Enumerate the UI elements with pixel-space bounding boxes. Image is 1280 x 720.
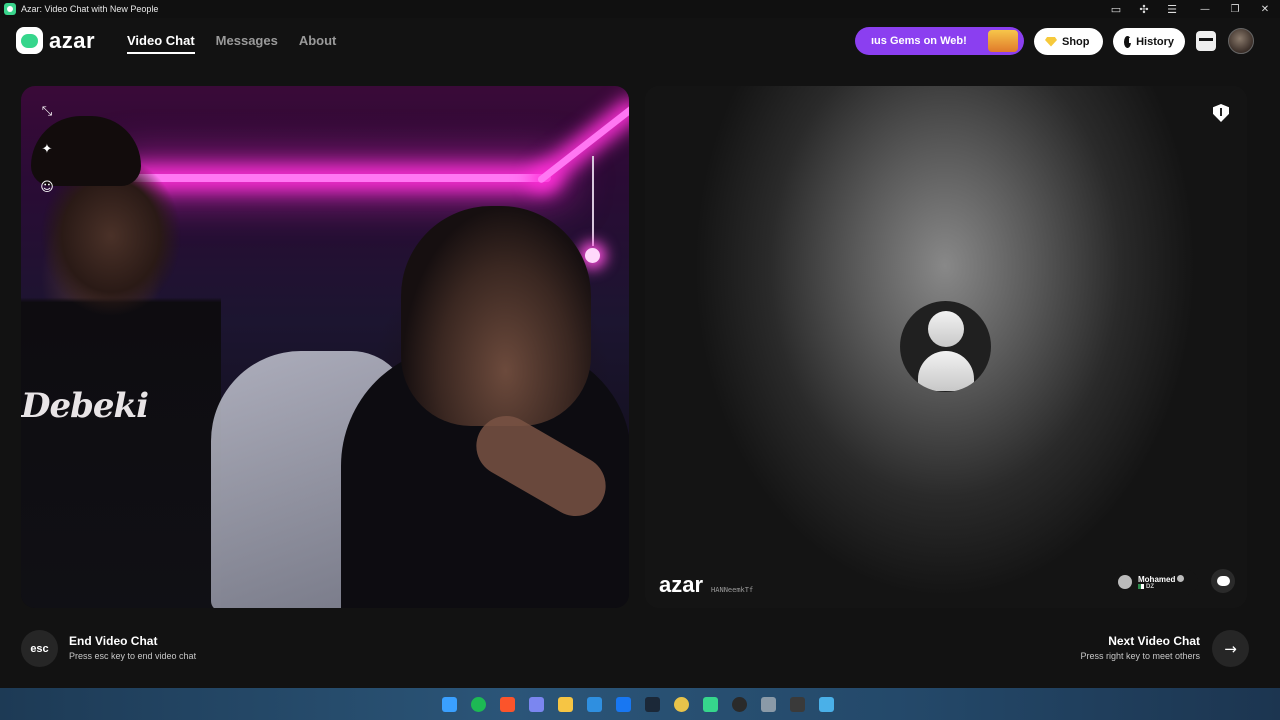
treasure-chest-icon xyxy=(988,30,1018,52)
azar-icon[interactable] xyxy=(698,692,722,716)
remote-desktop-icon[interactable] xyxy=(814,692,838,716)
media-player-icon[interactable] xyxy=(785,692,809,716)
session-id: HANNeemkTf xyxy=(711,586,754,594)
os-taskbar xyxy=(0,688,1280,720)
partner-name: Mohamed xyxy=(1138,574,1176,584)
azar-app-icon xyxy=(4,3,16,15)
face-filter-icon[interactable]: ☺ xyxy=(39,180,55,196)
partner-avatar-icon xyxy=(1118,575,1132,589)
vscode-icon[interactable] xyxy=(582,692,606,716)
windows-icon[interactable] xyxy=(437,692,461,716)
nav-links: Video Chat Messages About xyxy=(127,33,336,54)
neon-light-diagonal xyxy=(536,104,629,185)
chat-bubble-icon xyxy=(1216,576,1230,586)
gems-promo-banner[interactable]: ıus Gems on Web! xyxy=(855,27,1024,55)
light-bulb xyxy=(585,248,600,263)
azar-logo[interactable]: azar xyxy=(16,27,95,54)
shop-button[interactable]: Shop xyxy=(1034,28,1103,55)
partner-name-row: Mohamed xyxy=(1138,574,1185,584)
next-chat-title: Next Video Chat xyxy=(1108,634,1200,648)
nav-link-video-chat[interactable]: Video Chat xyxy=(127,33,195,54)
next-chat-subtitle: Press right key to meet others xyxy=(1080,651,1200,661)
taskbar-icons xyxy=(437,692,838,716)
avatar-head xyxy=(928,311,964,347)
steam-icon[interactable] xyxy=(640,692,664,716)
settings-icon[interactable] xyxy=(756,692,780,716)
promo-text: ıus Gems on Web! xyxy=(871,35,967,47)
video-icon[interactable]: ▭ xyxy=(1108,3,1124,16)
top-navbar: azar Video Chat Messages About ıus Gems … xyxy=(0,22,1280,62)
profile-avatar[interactable] xyxy=(1228,28,1254,54)
country-code: DZ xyxy=(1146,583,1154,590)
partner-country: DZ xyxy=(1138,584,1184,590)
close-button[interactable]: ✕ xyxy=(1250,4,1280,15)
partner-avatar-placeholder xyxy=(900,301,991,392)
chrome-icon[interactable] xyxy=(669,692,693,716)
nav-link-about[interactable]: About xyxy=(299,33,337,54)
partner-info-chip[interactable]: Mohamed DZ xyxy=(1112,569,1198,595)
next-chat-info: Next Video Chat Press right key to meet … xyxy=(1080,634,1200,661)
puzzle-icon[interactable]: ✣ xyxy=(1136,3,1152,16)
avatar-body xyxy=(918,351,974,391)
clock-icon xyxy=(1124,35,1132,48)
shop-label: Shop xyxy=(1062,35,1090,48)
end-chat-subtitle: Press esc key to end video chat xyxy=(69,651,197,661)
brave-icon[interactable] xyxy=(495,692,519,716)
remote-brand-text: azar xyxy=(659,572,704,597)
window-controls: — ❐ ✕ xyxy=(1190,0,1280,18)
verified-icon xyxy=(1177,574,1185,582)
folder-icon[interactable] xyxy=(553,692,577,716)
obs-icon[interactable] xyxy=(727,692,751,716)
spotify-icon[interactable] xyxy=(466,692,490,716)
menu-icon[interactable]: ☰ xyxy=(1164,3,1180,16)
minimize-video-icon[interactable]: ⤡ xyxy=(39,104,55,120)
remote-watermark: azar HANNeemkTf xyxy=(659,572,753,598)
facebook-icon[interactable] xyxy=(611,692,635,716)
azar-logo-icon xyxy=(16,27,43,54)
end-chat-button[interactable]: esc xyxy=(21,630,58,667)
person-left xyxy=(21,126,221,608)
remote-video-panel: azar HANNeemkTf Mohamed DZ xyxy=(645,86,1247,608)
bulb-wire xyxy=(592,156,594,246)
algeria-flag-icon xyxy=(1138,584,1144,589)
inbox-icon[interactable] xyxy=(1196,31,1216,51)
maximize-button[interactable]: ❐ xyxy=(1220,4,1250,15)
discord-icon[interactable] xyxy=(524,692,548,716)
nav-link-messages[interactable]: Messages xyxy=(216,33,278,54)
chat-bubble-button[interactable] xyxy=(1211,569,1235,593)
partner-info-text: Mohamed DZ xyxy=(1138,574,1185,590)
history-button[interactable]: History xyxy=(1113,28,1185,55)
person-right-head xyxy=(401,206,591,426)
minimize-button[interactable]: — xyxy=(1190,4,1220,15)
shield-exclamation xyxy=(1220,108,1222,116)
next-chat-button[interactable]: → xyxy=(1212,630,1249,667)
window-title: Azar: Video Chat with New People xyxy=(21,4,159,14)
local-video-panel: Debeki ⤡ ✦ ☺ xyxy=(21,86,629,608)
history-label: History xyxy=(1136,35,1174,48)
local-video-tools: ⤡ ✦ ☺ xyxy=(39,104,55,196)
shirt-print: Debeki xyxy=(21,386,149,426)
gem-icon xyxy=(1045,36,1057,47)
magic-wand-icon[interactable]: ✦ xyxy=(39,142,55,158)
browser-extras: ▭ ✣ ☰ xyxy=(1108,0,1180,18)
end-chat-title: End Video Chat xyxy=(69,634,158,648)
end-chat-info: End Video Chat Press esc key to end vide… xyxy=(69,634,196,661)
window-titlebar: Azar: Video Chat with New People ▭ ✣ ☰ —… xyxy=(0,0,1280,18)
azar-logo-text: azar xyxy=(49,27,96,53)
